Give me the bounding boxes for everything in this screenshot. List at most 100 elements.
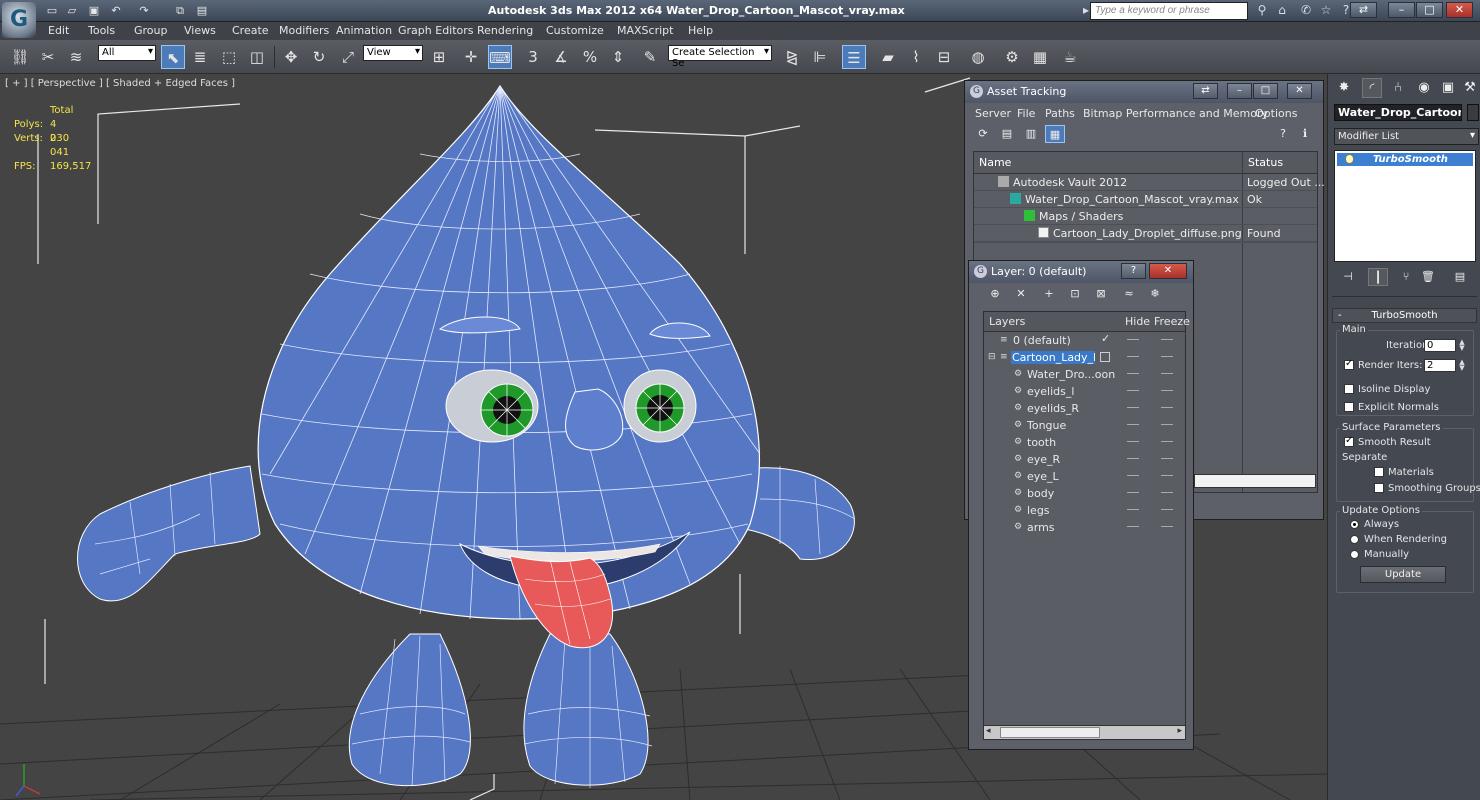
menu-help[interactable]: Help xyxy=(688,24,713,37)
spinner-snap-icon[interactable]: ⇕ xyxy=(606,45,630,69)
menu-rendering[interactable]: Rendering xyxy=(477,24,533,37)
material-editor-icon[interactable]: ◍ xyxy=(966,45,990,69)
render-iters-spinner[interactable]: 2 xyxy=(1424,359,1456,372)
object-color-swatch[interactable] xyxy=(1467,104,1479,121)
menu-group[interactable]: Group xyxy=(134,24,168,37)
lightbulb-icon[interactable] xyxy=(1345,154,1354,164)
iterations-spinner[interactable]: 0 xyxy=(1424,339,1456,352)
menu-tools[interactable]: Tools xyxy=(88,24,115,37)
hide-toggle[interactable] xyxy=(1127,458,1139,459)
project-folder-icon[interactable]: ▤ xyxy=(194,3,210,18)
hide-toggle[interactable] xyxy=(1127,356,1139,357)
asset-minimize-button[interactable]: – xyxy=(1227,83,1252,99)
make-unique-icon[interactable]: ⑂ xyxy=(1396,268,1416,286)
scroll-left-icon[interactable]: ◂ xyxy=(986,726,991,736)
new-file-icon[interactable]: ▭ xyxy=(44,3,60,18)
window-maximize-button[interactable]: □ xyxy=(1416,2,1443,18)
freeze-toggle[interactable] xyxy=(1161,509,1173,510)
layer-row[interactable]: ⚙ eye_L xyxy=(984,468,1185,485)
rollout-title[interactable]: - TurboSmooth xyxy=(1332,308,1477,323)
undo-icon[interactable]: ↶ xyxy=(108,3,124,18)
named-selection-select[interactable]: Create Selection Se xyxy=(668,45,772,69)
hide-toggle[interactable] xyxy=(1127,441,1139,442)
smooth-result-checkbox[interactable] xyxy=(1344,435,1354,447)
binoculars-icon[interactable]: ⚲ xyxy=(1254,3,1270,19)
hold-icon[interactable]: ⧉ xyxy=(172,3,188,18)
layer-row[interactable]: ⚙ legs xyxy=(984,502,1185,519)
collapse-icon[interactable]: ⊟ xyxy=(988,352,998,362)
hide-toggle[interactable] xyxy=(1127,526,1139,527)
curve-editor-icon[interactable]: ⌇ xyxy=(904,45,928,69)
freeze-toggle[interactable] xyxy=(1161,407,1173,408)
asset-restore-button[interactable]: ⇄ xyxy=(1193,83,1218,99)
col-hide-header[interactable]: Hide xyxy=(1124,315,1151,328)
freeze-toggle[interactable] xyxy=(1161,492,1173,493)
scale-icon[interactable]: ⤢ xyxy=(336,45,360,69)
search-input[interactable]: Type a keyword or phrase xyxy=(1090,2,1248,20)
body-mesh[interactable] xyxy=(257,84,761,620)
select-in-layer-icon[interactable]: ⊡ xyxy=(1065,285,1085,303)
layer-row[interactable]: ⚙ Water_Dro...oon xyxy=(984,366,1185,383)
render-iters-checkbox[interactable] xyxy=(1344,358,1354,370)
modify-tab-icon[interactable]: ◜ xyxy=(1362,78,1382,98)
select-object-icon[interactable]: ⬉ xyxy=(161,45,185,69)
scroll-right-icon[interactable]: ▸ xyxy=(1177,726,1182,736)
hierarchy-tab-icon[interactable]: ⑃ xyxy=(1388,78,1408,98)
asset-menu-server[interactable]: Server xyxy=(975,107,1011,120)
layer-dialog-titlebar[interactable]: G Layer: 0 (default) ? ✕ xyxy=(969,261,1193,283)
asset-menu-paths[interactable]: Paths xyxy=(1045,107,1075,120)
display-tab-icon[interactable]: ▣ xyxy=(1438,78,1458,98)
col-layers-header[interactable]: Layers xyxy=(988,315,1026,328)
freeze-toggle[interactable] xyxy=(1161,526,1173,527)
hide-toggle[interactable] xyxy=(1127,424,1139,425)
create-layer-icon[interactable]: ⊕ xyxy=(985,285,1005,303)
layer-row[interactable]: ⚙ body xyxy=(984,485,1185,502)
window-crossing-icon[interactable]: ◫ xyxy=(245,45,269,69)
pivot-center-icon[interactable]: ⊞ xyxy=(427,45,451,69)
snap-toggle-icon[interactable]: 3 xyxy=(521,45,545,69)
asset-menu-file[interactable]: File xyxy=(1017,107,1035,120)
legs-mesh[interactable] xyxy=(348,633,653,788)
link-icon[interactable]: ⛓ xyxy=(8,45,32,69)
eye-r-mesh[interactable] xyxy=(480,383,534,437)
keyboard-shortcut-icon[interactable]: ⌨ xyxy=(488,45,512,69)
isoline-checkbox[interactable] xyxy=(1344,384,1354,394)
freeze-toggle[interactable] xyxy=(1161,441,1173,442)
freeze-toggle[interactable] xyxy=(1161,373,1173,374)
list-view-icon[interactable]: ▤ xyxy=(997,125,1017,143)
col-status-header[interactable]: Status xyxy=(1243,152,1317,174)
table-view-icon[interactable]: ▦ xyxy=(1045,125,1065,143)
smoothing-groups-checkbox[interactable] xyxy=(1374,483,1384,493)
ref-coord-select[interactable]: View xyxy=(363,45,423,61)
window-restore-button[interactable]: ⇄ xyxy=(1350,2,1377,18)
asset-close-button[interactable]: ✕ xyxy=(1287,83,1312,99)
move-icon[interactable]: ✥ xyxy=(279,45,303,69)
layer-row[interactable]: ≡ 0 (default) ✓ xyxy=(984,332,1185,349)
table-row[interactable]: Autodesk Vault 2012 Logged Out ... xyxy=(974,174,1325,191)
menu-maxscript[interactable]: MAXScript xyxy=(617,24,673,37)
redo-icon[interactable]: ↷ xyxy=(136,3,152,18)
hide-toggle[interactable] xyxy=(1127,475,1139,476)
refresh-icon[interactable]: ⟳ xyxy=(973,125,993,143)
col-name-header[interactable]: Name xyxy=(974,152,1242,174)
spinner-arrows-icon[interactable]: ▲ ▼ xyxy=(1458,339,1466,352)
update-button[interactable]: Update xyxy=(1360,566,1446,583)
asset-help-icon[interactable]: ? xyxy=(1273,125,1293,143)
freeze-toggle[interactable] xyxy=(1161,356,1173,357)
menu-edit[interactable]: Edit xyxy=(48,24,69,37)
render-setup-icon[interactable]: ⚙ xyxy=(1000,45,1024,69)
subscription-icon[interactable]: ⌂ xyxy=(1274,3,1290,19)
explicit-normals-checkbox[interactable] xyxy=(1344,402,1354,412)
asset-maximize-button[interactable]: □ xyxy=(1253,83,1278,99)
always-radio[interactable] xyxy=(1350,520,1359,529)
layer-hscrollbar[interactable]: ◂ ▸ xyxy=(983,725,1186,740)
motion-tab-icon[interactable]: ◉ xyxy=(1414,78,1434,98)
rotate-icon[interactable]: ↻ xyxy=(307,45,331,69)
stack-item-turbosmooth[interactable]: TurboSmooth xyxy=(1337,153,1473,166)
freeze-all-icon[interactable]: ❄ xyxy=(1145,285,1165,303)
percent-snap-icon[interactable]: % xyxy=(578,45,602,69)
hide-toggle[interactable] xyxy=(1127,339,1139,340)
rect-selection-icon[interactable]: ⬚ xyxy=(217,45,241,69)
menu-animation[interactable]: Animation xyxy=(336,24,392,37)
utilities-tab-icon[interactable]: ⚒ xyxy=(1460,78,1480,98)
